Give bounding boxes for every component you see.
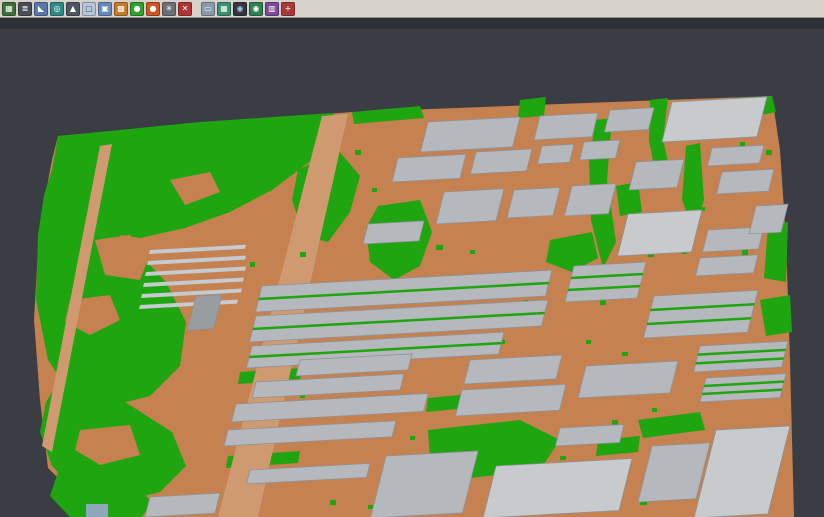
contour-icon[interactable]: ◎: [50, 2, 64, 16]
histogram-icon[interactable]: ▥: [265, 2, 279, 16]
clear-selection-icon[interactable]: ✕: [178, 2, 192, 16]
bbox-icon[interactable]: ▢: [82, 2, 96, 16]
globe-dark-icon[interactable]: ◉: [233, 2, 247, 16]
measure-icon[interactable]: +: [281, 2, 295, 16]
slope-icon[interactable]: ◣: [34, 2, 48, 16]
settings-gear-icon[interactable]: ✳: [162, 2, 176, 16]
classify-vegetation-icon[interactable]: ●: [130, 2, 144, 16]
layers-icon[interactable]: ≣: [18, 2, 32, 16]
viewport-3d[interactable]: [0, 18, 824, 517]
classify-ground-icon[interactable]: ●: [146, 2, 160, 16]
globe-icon[interactable]: ◉: [249, 2, 263, 16]
region-icon[interactable]: ▭: [201, 2, 215, 16]
toolbar-icons: ▦≣◣◎▲▢▣▩●●✳✕▭▦◉◉▥+: [2, 2, 297, 16]
toolbar: ▦≣◣◎▲▢▣▩●●✳✕▭▦◉◉▥+: [0, 0, 824, 18]
mesh-icon[interactable]: ▲: [66, 2, 80, 16]
grid-table-icon[interactable]: ▦: [217, 2, 231, 16]
terrain-grid-icon[interactable]: ▦: [2, 2, 16, 16]
orthophoto-icon[interactable]: ▩: [114, 2, 128, 16]
camera-icon[interactable]: ▣: [98, 2, 112, 16]
scene-svg: [0, 18, 824, 517]
